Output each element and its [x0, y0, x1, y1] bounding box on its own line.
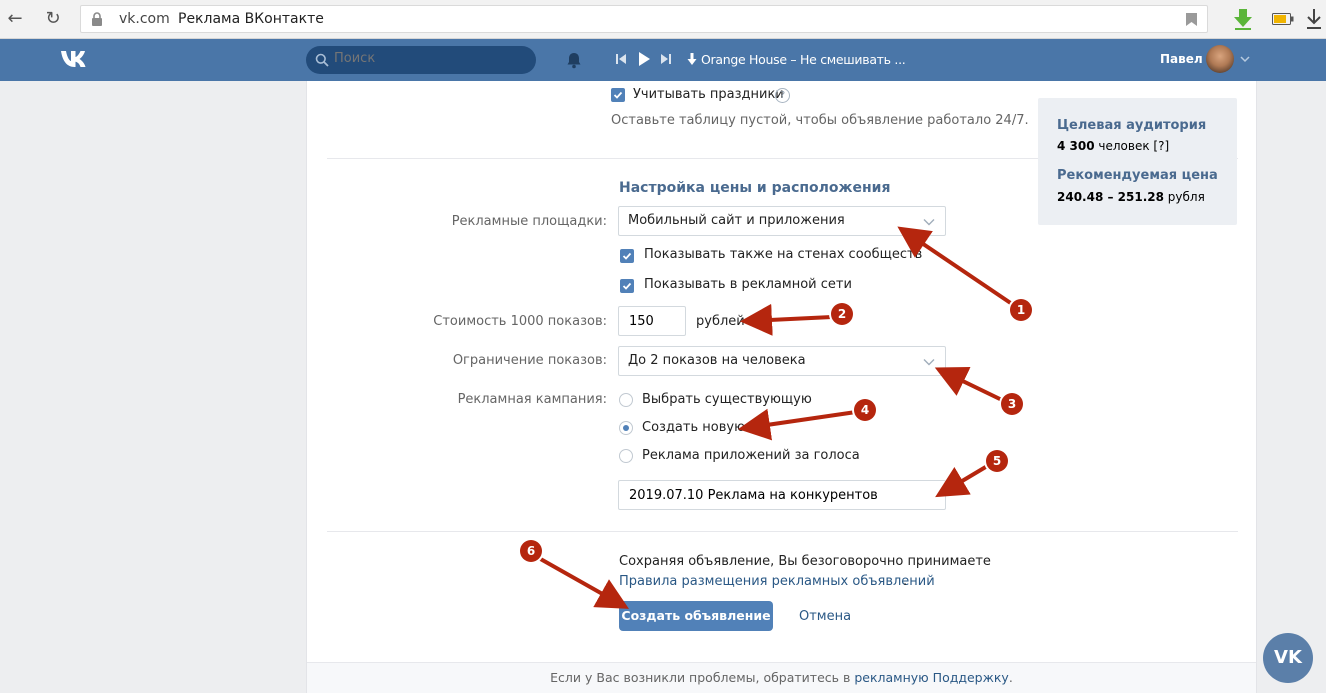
annotation-badge-3: 3 — [1001, 393, 1023, 415]
cost-label: Стоимость 1000 показов: — [433, 314, 607, 329]
search-box[interactable] — [306, 46, 536, 74]
vk-floating-button[interactable]: VK — [1263, 633, 1313, 683]
vk-logo[interactable] — [60, 48, 94, 76]
reload-icon[interactable]: ↻ — [42, 8, 64, 30]
audience-count: 4 300 — [1057, 139, 1095, 153]
check-icon — [622, 252, 632, 260]
track-title[interactable]: Orange House – Не смешивать ... — [701, 52, 906, 67]
address-bar[interactable]: vk.com Реклама ВКонтакте — [80, 5, 1208, 33]
search-input[interactable] — [334, 51, 524, 66]
help-icon[interactable]: ? — [775, 88, 790, 103]
annotation-badge-2: 2 — [831, 303, 853, 325]
previous-track-icon[interactable] — [615, 52, 627, 66]
limit-select[interactable]: До 2 показов на человека — [618, 346, 946, 376]
lock-icon — [92, 12, 102, 26]
campaign-radio-existing[interactable] — [619, 393, 633, 407]
vk-header: Orange House – Не смешивать ... Павел — [0, 39, 1326, 81]
section-divider — [327, 531, 1238, 532]
play-icon[interactable] — [637, 51, 651, 67]
vk-floating-label: VK — [1274, 647, 1302, 668]
audience-value: 4 300 человек [?] — [1057, 139, 1169, 153]
agreement-period: . — [903, 574, 908, 589]
show-in-network-label: Показывать в рекламной сети — [644, 277, 852, 292]
campaign-radio-app-votes[interactable] — [619, 449, 633, 463]
holidays-label: Учитывать праздники — [633, 87, 784, 102]
holidays-checkbox[interactable] — [611, 88, 625, 102]
campaign-name-input[interactable] — [618, 480, 946, 510]
agreement-rules-link[interactable]: Правила размещения рекламных объявлений — [619, 574, 935, 589]
chevron-down-icon — [923, 359, 935, 366]
placements-label: Рекламные площадки: — [451, 214, 607, 229]
placements-select[interactable]: Мобильный сайт и приложения — [618, 206, 946, 236]
bookmark-icon[interactable] — [1186, 13, 1197, 26]
empty-table-hint: Оставьте таблицу пустой, чтобы объявлени… — [611, 113, 1029, 128]
audience-unit[interactable]: человек [?] — [1098, 139, 1169, 153]
campaign-option-app-votes: Реклама приложений за голоса — [642, 448, 860, 463]
create-ad-button[interactable]: Создать объявление — [619, 601, 773, 631]
price-range: 240.48 – 251.28 — [1057, 190, 1164, 204]
check-icon — [622, 282, 632, 290]
footer-period: . — [1008, 670, 1013, 685]
placements-value: Мобильный сайт и приложения — [628, 213, 845, 228]
campaign-radio-new[interactable] — [619, 421, 633, 435]
limit-value: До 2 показов на человека — [628, 353, 806, 368]
show-on-walls-checkbox[interactable] — [620, 249, 634, 263]
show-in-network-checkbox[interactable] — [620, 279, 634, 293]
price-value: 240.48 – 251.28 рубля — [1057, 190, 1205, 204]
cancel-button[interactable]: Отмена — [799, 609, 851, 624]
battery-icon[interactable] — [1272, 13, 1294, 25]
footer-text: Если у Вас возникли проблемы, обратитесь… — [550, 670, 851, 685]
url-domain: vk.com — [119, 11, 170, 27]
download-manager-icon[interactable] — [1232, 7, 1254, 31]
agreement-text: Сохраняя объявление, Вы безоговорочно пр… — [619, 554, 991, 569]
support-link[interactable]: рекламную Поддержку — [854, 670, 1009, 685]
bell-icon[interactable] — [565, 51, 583, 69]
user-name[interactable]: Павел — [1160, 52, 1203, 66]
campaign-option-new: Создать новую — [642, 420, 746, 435]
campaign-option-existing: Выбрать существующую — [642, 392, 812, 407]
page-footer: Если у Вас возникли проблемы, обратитесь… — [307, 662, 1256, 693]
vk-logo-icon — [61, 51, 86, 67]
chevron-down-icon[interactable] — [1240, 55, 1250, 63]
annotation-badge-4: 4 — [854, 399, 876, 421]
search-icon — [315, 53, 329, 67]
annotation-badge-1: 1 — [1010, 299, 1032, 321]
campaign-label: Рекламная кампания: — [457, 392, 607, 407]
audience-title: Целевая аудитория — [1057, 118, 1207, 133]
chevron-down-icon — [923, 219, 935, 226]
price-unit: рубля — [1167, 190, 1205, 204]
audience-summary-panel: Целевая аудитория 4 300 человек [?] Реко… — [1038, 98, 1237, 225]
section-title: Настройка цены и расположения — [619, 180, 891, 196]
check-icon — [613, 91, 623, 99]
cost-unit: рублей — [696, 314, 745, 329]
price-title: Рекомендуемая цена — [1057, 168, 1218, 183]
show-on-walls-label: Показывать также на стенах сообществ — [644, 247, 923, 262]
limit-label: Ограничение показов: — [452, 353, 607, 368]
download-icon[interactable] — [1306, 8, 1322, 30]
avatar[interactable] — [1206, 45, 1234, 73]
annotation-badge-6: 6 — [520, 540, 542, 562]
next-track-icon[interactable] — [660, 52, 672, 66]
back-icon[interactable]: ← — [4, 8, 26, 30]
browser-toolbar: ← ↻ vk.com Реклама ВКонтакте — [0, 0, 1326, 39]
cost-input[interactable] — [618, 306, 686, 336]
track-download-icon[interactable] — [687, 52, 697, 66]
url-page-title: Реклама ВКонтакте — [178, 11, 324, 27]
annotation-badge-5: 5 — [986, 450, 1008, 472]
